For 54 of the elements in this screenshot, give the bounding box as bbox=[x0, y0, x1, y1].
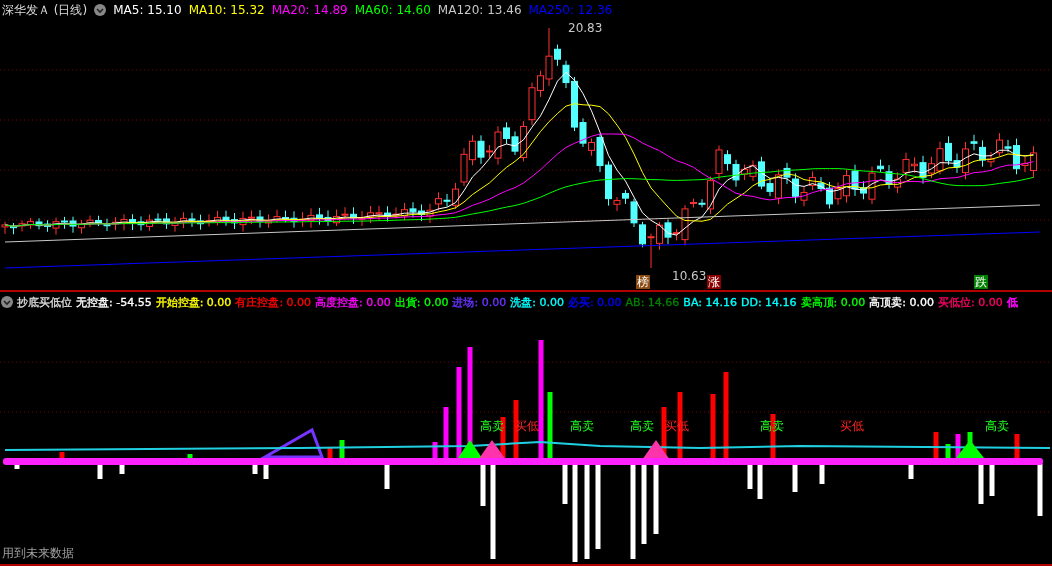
indicator-bar bbox=[384, 464, 390, 489]
price-label: 20.83 bbox=[568, 21, 603, 35]
badge: 榜 bbox=[636, 275, 650, 289]
indicator-bar bbox=[978, 464, 984, 504]
legend-item: MA5: 15.10 bbox=[113, 3, 182, 17]
indicator-bar bbox=[757, 464, 763, 499]
price-label: 10.63 bbox=[672, 269, 707, 283]
indicator-bar bbox=[119, 464, 125, 474]
legend-item: 高顶卖: 0.00 bbox=[869, 294, 934, 310]
legend-item: DD: 14.16 bbox=[740, 295, 797, 309]
signal-label: 高卖 bbox=[570, 419, 594, 433]
legend-item: MA10: 15.32 bbox=[188, 3, 265, 17]
fan-marker-drawing bbox=[259, 427, 325, 459]
footer-note: 用到未来数据 bbox=[2, 545, 74, 562]
legend-item: AB: 14.66 bbox=[625, 295, 680, 309]
legend-item: 高度控盘: 0.00 bbox=[315, 294, 391, 310]
badge: 跌 bbox=[974, 275, 988, 289]
triangle-marker bbox=[956, 440, 984, 458]
legend-item: MA60: 14.60 bbox=[354, 3, 431, 17]
indicator-bar bbox=[989, 464, 995, 496]
indicator-bar bbox=[792, 464, 798, 492]
legend-item: 出貨: 0.00 bbox=[394, 294, 449, 310]
dropdown-icon[interactable] bbox=[94, 4, 107, 16]
legend-item: MA250: 12.36 bbox=[528, 3, 613, 17]
legend-item: 无控盘: -54.55 bbox=[76, 294, 152, 310]
legend-item: 卖高顶: 0.00 bbox=[800, 294, 866, 310]
legend-item: 进场: 0.00 bbox=[452, 294, 507, 310]
legend-item: 必买: 0.00 bbox=[567, 294, 622, 310]
badge: 涨 bbox=[707, 275, 721, 289]
legend-item: MA120: 13.46 bbox=[437, 3, 522, 17]
signal-label: 买低 bbox=[840, 419, 864, 433]
signal-label: 高卖 bbox=[630, 419, 654, 433]
indicator-bar bbox=[653, 464, 659, 534]
triangle-marker bbox=[458, 440, 482, 458]
indicator-bar bbox=[908, 464, 914, 479]
indicator-bar bbox=[819, 464, 825, 484]
legend-item: MA20: 14.89 bbox=[271, 3, 348, 17]
legend-item: 买低位: 0.00 bbox=[938, 294, 1003, 310]
indicator-bar bbox=[562, 464, 568, 504]
indicator-bar bbox=[480, 464, 486, 506]
chart-title: 深华发Ａ (日线) bbox=[2, 1, 88, 19]
legend-item: 低 bbox=[1006, 294, 1018, 310]
indicator-bar bbox=[1037, 464, 1043, 516]
signal-label: 高卖 bbox=[985, 419, 1009, 433]
indicator-bar bbox=[252, 464, 258, 474]
indicator-bar bbox=[263, 464, 269, 479]
indicator-bar bbox=[97, 464, 103, 479]
indicator-bar bbox=[747, 464, 753, 489]
legend-item: 洗盘: 0.00 bbox=[510, 294, 564, 310]
legend-item: 有庄控盘: 0.00 bbox=[235, 294, 312, 310]
indicator-title: 抄底买低位 bbox=[17, 294, 72, 310]
legend-item: BA: 14.16 bbox=[683, 295, 737, 309]
legend-item: 开始控盘: 0.00 bbox=[155, 294, 232, 310]
dropdown-icon[interactable] bbox=[1, 296, 13, 308]
